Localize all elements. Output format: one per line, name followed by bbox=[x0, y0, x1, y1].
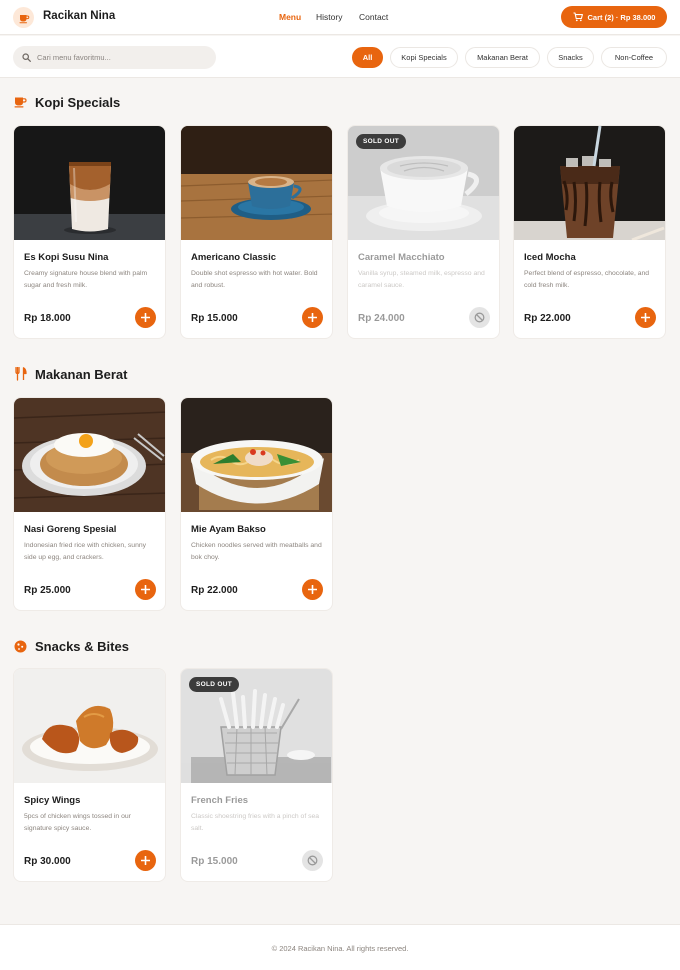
add-to-cart-button[interactable] bbox=[135, 850, 156, 871]
unavailable-button bbox=[469, 307, 490, 328]
item-description: Double shot espresso with hot water. Bol… bbox=[191, 270, 318, 289]
product-image bbox=[514, 126, 665, 240]
brand-name[interactable]: Racikan Nina bbox=[43, 10, 115, 22]
item-name: Spicy Wings bbox=[24, 795, 81, 806]
block-icon bbox=[307, 855, 318, 866]
search-icon bbox=[22, 53, 31, 62]
plus-icon bbox=[141, 313, 150, 322]
cart-button[interactable]: Cart (2) · Rp 38.000 bbox=[561, 6, 667, 28]
item-name: Caramel Macchiato bbox=[358, 252, 445, 263]
filter-makanan-berat[interactable]: Makanan Berat bbox=[465, 47, 540, 68]
add-to-cart-button[interactable] bbox=[302, 579, 323, 600]
section-makanan-berat: Makanan Berat bbox=[14, 365, 127, 383]
item-description: Classic shoestring fries with a pinch of… bbox=[191, 813, 320, 832]
add-to-cart-button[interactable] bbox=[135, 579, 156, 600]
nav-contact[interactable]: Contact bbox=[359, 12, 388, 22]
plus-icon bbox=[308, 313, 317, 322]
item-name: French Fries bbox=[191, 795, 249, 806]
filter-bar: All Kopi Specials Makanan Berat Snacks N… bbox=[0, 36, 680, 78]
item-name: Nasi Goreng Spesial bbox=[24, 524, 117, 535]
item-description: Indonesian fried rice with chicken, sunn… bbox=[24, 542, 147, 561]
fork-knife-icon bbox=[15, 367, 27, 381]
menu-card: SOLD OUT French Fries Classic shoestring… bbox=[180, 668, 333, 882]
cart-label: Cart (2) · Rp 38.000 bbox=[587, 12, 656, 22]
copyright-text: © 2024 Racikan Nina. All rights reserved… bbox=[271, 944, 409, 953]
menu-card: Spicy Wings 5pcs of chicken wings tossed… bbox=[13, 668, 166, 882]
plus-icon bbox=[308, 585, 317, 594]
plus-icon bbox=[641, 313, 650, 322]
search-input[interactable] bbox=[37, 53, 197, 62]
filter-kopi-specials[interactable]: Kopi Specials bbox=[390, 47, 458, 68]
item-price: Rp 30.000 bbox=[24, 856, 71, 867]
menu-card: SOLD OUT Caramel Macchiato Vanilla syrup… bbox=[347, 125, 500, 339]
section-snacks-bites: Snacks & Bites bbox=[14, 637, 129, 655]
coffee-cup-icon bbox=[14, 97, 27, 108]
section-title: Makanan Berat bbox=[35, 366, 128, 382]
filter-all[interactable]: All bbox=[352, 47, 383, 68]
sold-out-badge: SOLD OUT bbox=[356, 134, 406, 149]
item-name: Mie Ayam Bakso bbox=[191, 524, 266, 535]
menu-card: Nasi Goreng Spesial Indonesian fried ric… bbox=[13, 397, 166, 611]
coffee-cup-logo-icon[interactable] bbox=[13, 7, 34, 28]
cookie-icon bbox=[14, 640, 27, 652]
menu-card: Es Kopi Susu Nina Creamy signature house… bbox=[13, 125, 166, 339]
filter-non-coffee[interactable]: Non-Coffee bbox=[601, 47, 667, 68]
menu-card: Mie Ayam Bakso Chicken noodles served wi… bbox=[180, 397, 333, 611]
item-description: Creamy signature house blend with palm s… bbox=[24, 270, 148, 289]
item-price: Rp 15.000 bbox=[191, 313, 238, 324]
block-icon bbox=[474, 312, 485, 323]
item-name: Es Kopi Susu Nina bbox=[24, 252, 109, 263]
item-price: Rp 22.000 bbox=[524, 313, 571, 324]
item-price: Rp 18.000 bbox=[24, 313, 71, 324]
add-to-cart-button[interactable] bbox=[135, 307, 156, 328]
nav-menu[interactable]: Menu bbox=[279, 12, 301, 22]
cart-icon bbox=[573, 12, 583, 22]
unavailable-button bbox=[302, 850, 323, 871]
filter-snacks[interactable]: Snacks bbox=[547, 47, 594, 68]
item-name: Iced Mocha bbox=[524, 252, 576, 263]
plus-icon bbox=[141, 585, 150, 594]
item-price: Rp 25.000 bbox=[24, 585, 71, 596]
menu-card: Americano Classic Double shot espresso w… bbox=[180, 125, 333, 339]
product-image bbox=[181, 126, 332, 240]
item-price: Rp 22.000 bbox=[191, 585, 238, 596]
add-to-cart-button[interactable] bbox=[635, 307, 656, 328]
item-description: 5pcs of chicken wings tossed in our sign… bbox=[24, 813, 131, 832]
top-header: Racikan Nina Menu History Contact Cart (… bbox=[0, 0, 680, 35]
page-footer: © 2024 Racikan Nina. All rights reserved… bbox=[0, 924, 680, 970]
product-image bbox=[181, 398, 332, 512]
product-image bbox=[14, 669, 165, 783]
item-price: Rp 24.000 bbox=[358, 313, 405, 324]
item-description: Vanilla syrup, steamed milk, espresso an… bbox=[358, 270, 485, 289]
item-description: Chicken noodles served with meatballs an… bbox=[191, 542, 322, 561]
item-description: Perfect blend of espresso, chocolate, an… bbox=[524, 270, 650, 289]
nav-history[interactable]: History bbox=[316, 12, 342, 22]
section-title: Kopi Specials bbox=[35, 94, 121, 110]
product-image bbox=[14, 398, 165, 512]
sold-out-badge: SOLD OUT bbox=[189, 677, 239, 692]
item-price: Rp 15.000 bbox=[191, 856, 238, 867]
product-image bbox=[14, 126, 165, 240]
item-name: Americano Classic bbox=[191, 252, 277, 263]
add-to-cart-button[interactable] bbox=[302, 307, 323, 328]
search-box[interactable] bbox=[13, 46, 216, 69]
section-kopi-specials: Kopi Specials bbox=[14, 93, 120, 111]
menu-card: Iced Mocha Perfect blend of espresso, ch… bbox=[513, 125, 666, 339]
section-title: Snacks & Bites bbox=[35, 638, 129, 654]
plus-icon bbox=[141, 856, 150, 865]
